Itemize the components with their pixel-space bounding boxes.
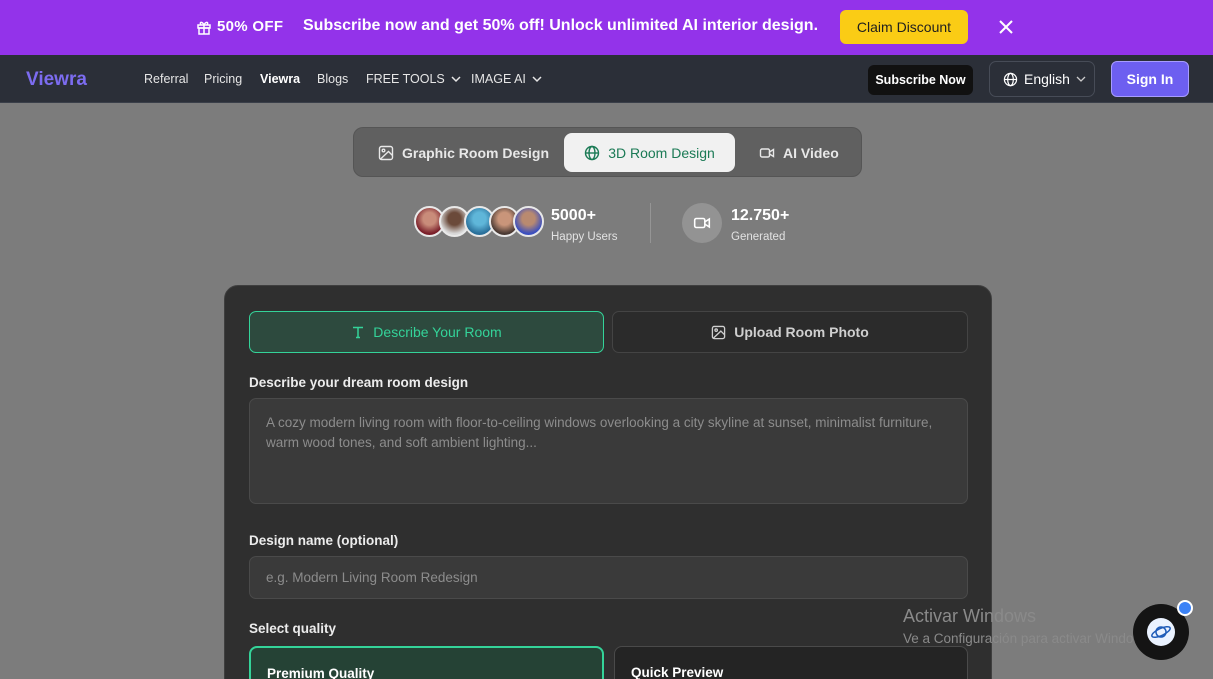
design-name-input[interactable]: [249, 556, 968, 599]
image-icon: [711, 325, 726, 339]
nav-link-viewra[interactable]: Viewra: [260, 72, 300, 86]
nav-link-referral[interactable]: Referral: [144, 72, 188, 86]
describe-label: Describe your dream room design: [249, 375, 469, 390]
image-icon: [378, 145, 394, 160]
text-icon: [353, 326, 364, 339]
happy-users-count: 5000+: [551, 207, 596, 224]
globe-icon: [584, 145, 600, 160]
nav-dropdown-image-ai[interactable]: IMAGE AI: [471, 72, 542, 86]
nav-dropdown-label: FREE TOOLS: [366, 72, 445, 86]
stats-divider: [650, 203, 651, 243]
generated-label: Generated: [731, 231, 786, 243]
tab-label: Graphic Room Design: [402, 144, 550, 161]
gift-icon: [197, 21, 211, 35]
tab-describe-your-room[interactable]: Describe Your Room: [249, 311, 604, 353]
globe-icon: [1003, 72, 1018, 86]
windows-watermark-subtitle: Ve a Configuración para activar Windows.: [903, 631, 1154, 646]
tab-label: 3D Room Design: [608, 144, 715, 161]
design-mode-tabs: Graphic Room Design 3D Room Design AI Vi…: [353, 127, 862, 177]
chat-logo: [1147, 618, 1175, 646]
happy-users-label: Happy Users: [551, 231, 618, 243]
design-name-label: Design name (optional): [249, 533, 399, 548]
room-description-input[interactable]: [249, 398, 968, 504]
nav-link-pricing[interactable]: Pricing: [204, 72, 242, 86]
planet-icon: [1151, 625, 1171, 639]
avatar: [513, 206, 544, 237]
quality-option-label: Quick Preview: [631, 665, 724, 679]
nav-link-blogs[interactable]: Blogs: [317, 72, 348, 86]
notification-badge: [1177, 600, 1193, 616]
chevron-down-icon: [1076, 76, 1086, 82]
tab-3d-room-design[interactable]: 3D Room Design: [564, 133, 735, 172]
tab-label: Describe Your Room: [373, 324, 502, 340]
language-selector[interactable]: English: [989, 61, 1095, 97]
nav-dropdown-free-tools[interactable]: FREE TOOLS: [366, 72, 461, 86]
quality-option-quick[interactable]: Quick Preview: [614, 646, 968, 679]
sign-in-button[interactable]: Sign In: [1111, 61, 1189, 97]
tab-label: AI Video: [783, 144, 839, 161]
video-icon: [693, 217, 711, 229]
quality-option-label: Premium Quality: [267, 666, 375, 679]
tab-upload-room-photo[interactable]: Upload Room Photo: [612, 311, 968, 353]
generated-icon-badge: [682, 203, 722, 243]
tab-ai-video[interactable]: AI Video: [759, 133, 839, 172]
close-icon[interactable]: [997, 18, 1015, 36]
video-icon: [759, 147, 775, 158]
design-form-card: Describe Your Room Upload Room Photo Des…: [224, 285, 992, 679]
chevron-down-icon: [451, 76, 461, 83]
subscribe-now-button[interactable]: Subscribe Now: [868, 65, 973, 95]
nav-dropdown-label: IMAGE AI: [471, 72, 526, 86]
chevron-down-icon: [532, 76, 542, 83]
quality-label: Select quality: [249, 621, 337, 636]
tab-graphic-room-design[interactable]: Graphic Room Design: [378, 133, 549, 172]
generated-count: 12.750+: [731, 207, 790, 224]
brand-logo[interactable]: Viewra: [26, 69, 87, 91]
user-avatars: [414, 206, 544, 239]
quality-option-premium[interactable]: Premium Quality: [249, 646, 604, 679]
tab-label: Upload Room Photo: [734, 324, 869, 340]
language-label: English: [1024, 71, 1070, 87]
promo-discount: 50% OFF: [217, 18, 284, 35]
windows-watermark-title: Activar Windows: [903, 606, 1037, 626]
top-nav: Viewra Referral Pricing Viewra Blogs FRE…: [0, 55, 1213, 103]
chat-widget-button[interactable]: [1133, 600, 1193, 660]
claim-discount-button[interactable]: Claim Discount: [840, 10, 968, 44]
promo-banner: 50% OFF Subscribe now and get 50% off! U…: [0, 0, 1213, 55]
promo-message: Subscribe now and get 50% off! Unlock un…: [303, 17, 819, 34]
